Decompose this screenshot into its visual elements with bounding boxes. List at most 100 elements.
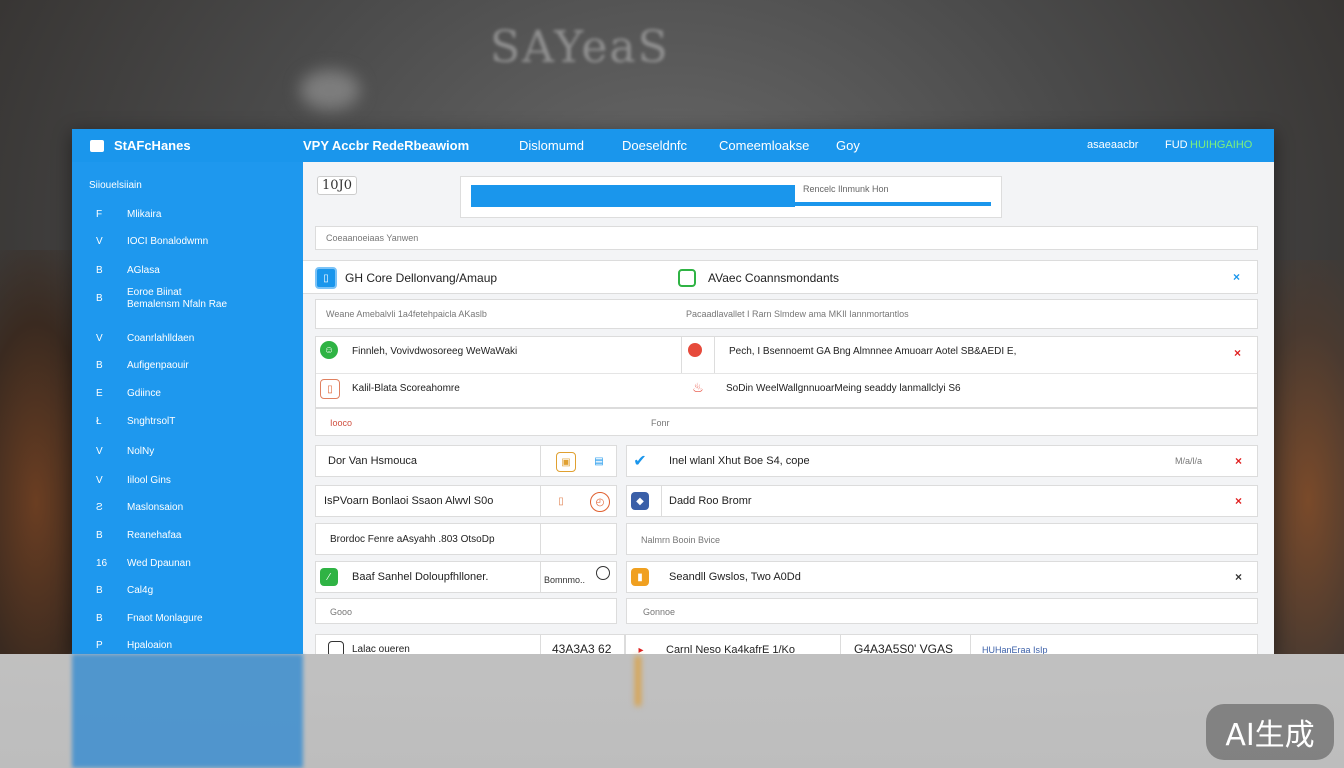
header-user[interactable]: FUD: [1165, 139, 1188, 151]
sidebar-item-label: Gdiince: [127, 388, 161, 399]
divider: [714, 337, 715, 373]
blurred-sidebar: [72, 654, 303, 768]
grid-left-3[interactable]: Brordoc Fenre aAsyahh .803 OtsoDp: [315, 523, 617, 555]
grid-left-5[interactable]: Gooo: [315, 598, 617, 624]
sidebar-item-8[interactable]: Ł SnghtrsolT: [72, 412, 303, 434]
calendar-icon[interactable]: ▤: [590, 452, 608, 470]
sidebar-item-5[interactable]: V Coanrlahlldaen: [72, 329, 303, 351]
sidebar-item-icon: Ł: [96, 416, 102, 427]
app-logo-icon: [90, 140, 104, 152]
grid-right-3[interactable]: Nalmrn Booin Bvice: [626, 523, 1258, 555]
grid-left-5-label: Gooo: [330, 607, 353, 617]
sidebar-item-2[interactable]: V IOCI Bonalodwmn: [72, 232, 303, 254]
cell-divider: [540, 446, 541, 476]
sidebar-item-icon: P: [96, 640, 103, 651]
grid-left-1[interactable]: Dor Van Hsmouca ▣ ▤: [315, 445, 617, 477]
sidebar: Siiouelsiiain F Mlikaira V IOCI Bonalodwmn B…: [72, 162, 303, 654]
grid-left-6[interactable]: Lalac oueren 43A3A3 62: [315, 634, 625, 654]
detail-row-1-right: Pech, I Bsennoemt GA Bng Almnnee Amuoarr…: [729, 346, 1017, 357]
sidebar-item-1[interactable]: F Mlikaira: [72, 205, 303, 227]
sidebar-item-icon: E: [96, 388, 103, 399]
grid-left-4-extra: Bomnmo..: [544, 575, 586, 585]
sidebar-item-9[interactable]: V NolNy: [72, 442, 303, 464]
sidebar-item-3[interactable]: B AGlasa: [72, 261, 303, 283]
detail-row-2-left: Kalil-Blata Scoreahomre: [352, 383, 460, 394]
sidebar-item-13[interactable]: 16 Wed Dpaunan: [72, 554, 303, 576]
section-header: ▯ GH Core Dellonvang/Amaup AVaec Coannsm…: [303, 260, 1258, 294]
sidebar-item-16[interactable]: P Hpaloaion: [72, 636, 303, 654]
sidebar-item-icon: 16: [96, 558, 108, 569]
sidebar-item-6[interactable]: B Aufigenpaouir: [72, 356, 303, 378]
divider: [681, 337, 682, 373]
sidebar-item-label: Fnaot Monlagure: [127, 613, 203, 624]
app-name[interactable]: StAFcHanes: [114, 138, 191, 153]
close-icon[interactable]: ×: [1233, 270, 1240, 284]
sidebar-item-label: Reanehafaa: [127, 530, 182, 541]
sidebar-item-label: IOCI Bonalodwmn: [127, 236, 209, 247]
cell-divider: [661, 486, 662, 516]
background-blob: [300, 70, 360, 110]
tab-3[interactable]: Doeseldnfc: [622, 138, 687, 153]
tab-1[interactable]: VPY Accbr RedeRbeawiom: [303, 138, 469, 153]
document-icon: ▯: [320, 379, 340, 399]
cell-divider: [970, 635, 971, 654]
header-right-link[interactable]: asaeaacbr: [1087, 139, 1138, 151]
grid-right-6-end: HUHanEraa IsIp: [982, 645, 1048, 654]
grid-left-1-label: Dor Van Hsmouca: [328, 455, 418, 467]
sidebar-item-4[interactable]: B Eoroe Biinat Bemalensm Nfaln Rae: [72, 287, 303, 311]
grid-right-4[interactable]: ▮ Seandll Gwslos, Two A0Dd ×: [626, 561, 1258, 593]
remove-icon[interactable]: ×: [1234, 346, 1241, 360]
spacer-row: Iooco Fonr: [315, 408, 1258, 436]
detail-panel: ☺ Finnleh, Vovivdwosoreeg WeWaWaki Pech,…: [315, 336, 1258, 408]
cell-divider: [540, 486, 541, 516]
sidebar-item-label: Maslonsaion: [127, 502, 184, 513]
clock-icon[interactable]: ◴: [590, 492, 610, 512]
sidebar-item-icon: B: [96, 360, 103, 371]
filter-row[interactable]: Coeaanoeiaas Yanwen: [315, 226, 1258, 250]
blurred-foreground: [0, 654, 1344, 768]
sidebar-item-10[interactable]: V Iilool Gins: [72, 471, 303, 493]
top-bar: StAFcHanes VPY Accbr RedeRbeawiom Dislom…: [72, 129, 1274, 162]
progress-track: [471, 202, 991, 206]
search-icon[interactable]: [596, 566, 610, 580]
grid-left-3-label: Brordoc Fenre aAsyahh .803 OtsoDp: [330, 534, 495, 545]
app-window: StAFcHanes VPY Accbr RedeRbeawiom Dislom…: [72, 129, 1274, 654]
grid-left-4-label: Baaf Sanhel Doloupfhlloner.: [352, 571, 489, 583]
grid-right-6-label: Carnl Neso Ka4kafrE 1/Ko: [666, 644, 796, 654]
lock-icon[interactable]: ▯: [552, 492, 570, 510]
sidebar-item-15[interactable]: B Fnaot Monlagure: [72, 609, 303, 631]
remove-icon[interactable]: ×: [1235, 494, 1242, 508]
sidebar-item-12[interactable]: B Reanehafaa: [72, 526, 303, 548]
sidebar-item-label: SnghtrsolT: [127, 416, 176, 427]
folder-icon: ▮: [631, 568, 649, 586]
sidebar-item-label: Eoroe Biinat Bemalensm Nfaln Rae: [127, 287, 228, 310]
grid-right-2[interactable]: ◆ Dadd Roo Bromr ×: [626, 485, 1258, 517]
grid-left-2[interactable]: IsPVoarn Bonlaoi Ssaon Alwvl S0o ▯ ◴: [315, 485, 617, 517]
sidebar-item-7[interactable]: E Gdiince: [72, 384, 303, 406]
grid-left-2-label: IsPVoarn Bonlaoi Ssaon Alwvl S0o: [324, 495, 494, 507]
sidebar-item-14[interactable]: B Cal4g: [72, 581, 303, 603]
cell-divider: [840, 635, 841, 654]
header-status[interactable]: HUIHGAIHO: [1190, 139, 1252, 151]
tab-5[interactable]: Goy: [836, 138, 860, 153]
sidebar-item-label: Cal4g: [127, 585, 154, 596]
remove-icon[interactable]: ×: [1235, 570, 1242, 584]
grid-right-5[interactable]: Gonnoe: [626, 598, 1258, 624]
camera-icon[interactable]: ▣: [556, 452, 576, 472]
remove-icon[interactable]: ×: [1235, 454, 1242, 468]
sidebar-item-11[interactable]: Ƨ Maslonsaion: [72, 498, 303, 520]
tab-4[interactable]: Comeemloakse: [719, 138, 809, 153]
grid-left-4[interactable]: ⁄ Baaf Sanhel Doloupfhlloner. Bomnmo..: [315, 561, 617, 593]
grid-right-1[interactable]: ✔ Inel wlanl Xhut Boe S4, cope M/a/l/a ×: [626, 445, 1258, 477]
checkbox-icon[interactable]: [328, 641, 344, 654]
sidebar-item-label: Iilool Gins: [127, 475, 171, 486]
sidebar-item-label: Hpaloaion: [127, 640, 173, 651]
sidebar-item-icon: B: [96, 613, 103, 624]
tab-2[interactable]: Dislomumd: [519, 138, 584, 153]
sidebar-heading: Siiouelsiiain: [89, 180, 142, 191]
sidebar-item-icon: V: [96, 475, 103, 486]
green-avatar-icon: ☺: [320, 341, 338, 359]
grid-right-4-label: Seandll Gwslos, Two A0Dd: [669, 571, 801, 583]
grid-right-6[interactable]: ▸ Carnl Neso Ka4kafrE 1/Ko G4A3A5S0' VGA…: [625, 634, 1258, 654]
section-right-title: AVaec Coannsmondants: [708, 271, 839, 285]
